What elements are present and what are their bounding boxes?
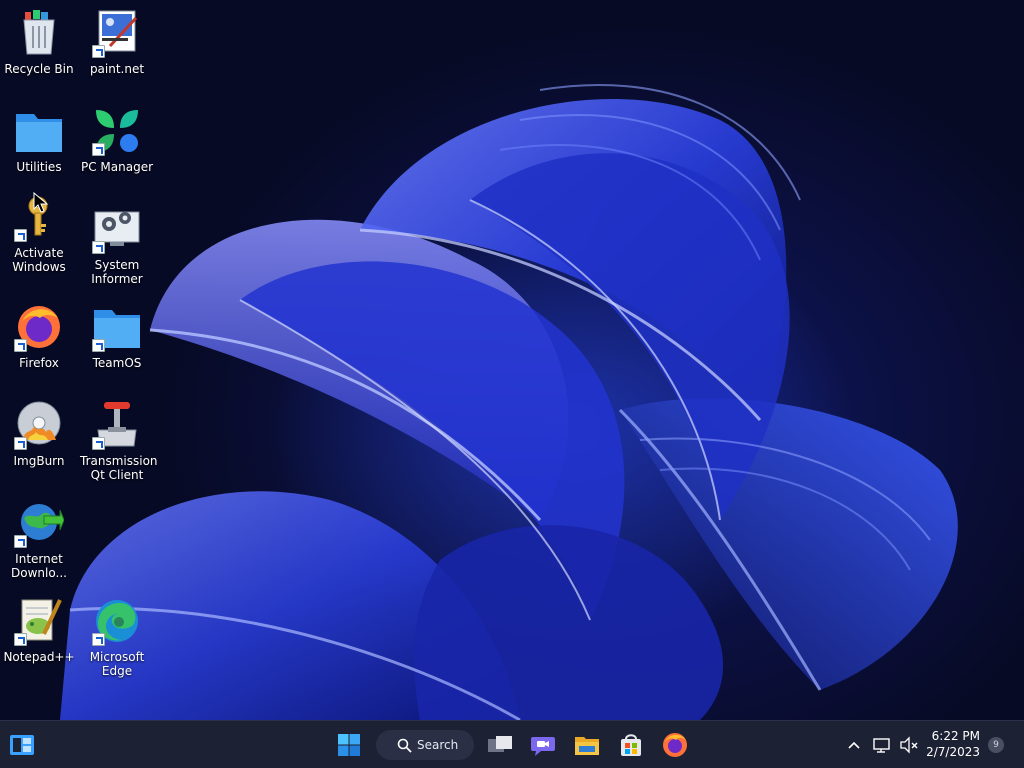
shortcut-arrow-icon <box>14 437 27 450</box>
shortcut-arrow-icon <box>14 633 27 646</box>
desktop-icon-label: TeamOS <box>92 356 142 370</box>
desktop-icon-pc-manager[interactable]: PC Manager <box>80 106 154 174</box>
folder-icon <box>92 302 142 352</box>
shortcut-arrow-icon <box>14 229 27 242</box>
desktop-icon-label: PC Manager <box>80 160 154 174</box>
shortcut-arrow-icon <box>92 437 105 450</box>
shortcut-arrow-icon <box>14 535 27 548</box>
desktop-icon-internet-download-manager[interactable]: Internet Downlo... <box>2 498 76 580</box>
network-status-button[interactable] <box>870 729 894 761</box>
volume-muted-button[interactable] <box>897 729 921 761</box>
task-view-icon <box>488 736 512 752</box>
shortcut-arrow-icon <box>92 339 105 352</box>
shortcut-arrow-icon <box>92 241 105 254</box>
widgets-icon <box>10 735 34 755</box>
taskbar: Search 6:22 PM 2/7/2023 9 <box>0 720 1024 768</box>
teams-chat-button[interactable] <box>527 729 559 761</box>
firefox-icon <box>663 733 687 757</box>
chevron-up-icon <box>848 741 860 749</box>
search-label: Search <box>417 738 459 752</box>
file-explorer-icon <box>575 737 599 755</box>
desktop-icon-label: ImgBurn <box>13 454 65 468</box>
shortcut-arrow-icon <box>92 633 105 646</box>
system-informer-icon <box>92 204 142 254</box>
microsoft-store-icon <box>621 734 641 756</box>
pc-manager-icon <box>92 106 142 156</box>
notification-count-badge[interactable]: 9 <box>988 737 1004 753</box>
firefox-taskbar-button[interactable] <box>659 729 691 761</box>
internet-download-manager-icon <box>14 498 65 548</box>
recycle-bin-icon <box>14 8 64 58</box>
clock-button[interactable]: 6:22 PM 2/7/2023 <box>920 728 980 760</box>
desktop-icon-system-informer[interactable]: System Informer <box>80 204 154 286</box>
desktop-icon-label: Firefox <box>19 356 59 370</box>
show-hidden-icons-button[interactable] <box>842 729 866 761</box>
mouse-cursor-icon <box>33 192 49 213</box>
folder-icon <box>14 106 64 156</box>
transmission-icon <box>92 400 142 450</box>
desktop-icon-transmission[interactable]: Transmission Qt Client <box>80 400 158 482</box>
desktop-icon-imgburn[interactable]: ImgBurn <box>2 400 76 468</box>
task-view-button[interactable] <box>484 729 516 761</box>
search-icon <box>397 738 412 753</box>
shortcut-arrow-icon <box>92 143 105 156</box>
desktop-icon-label: Activate Windows <box>12 246 66 274</box>
desktop-icon-label: System Informer <box>91 258 143 286</box>
clock-date: 2/7/2023 <box>926 745 980 759</box>
taskbar-search[interactable]: Search <box>376 730 474 760</box>
paintnet-icon <box>92 8 142 58</box>
desktop-icon-firefox[interactable]: Firefox <box>2 302 76 370</box>
desktop-icon-label: Internet Downlo... <box>11 552 67 580</box>
desktop-icon-utilities[interactable]: Utilities <box>2 106 76 174</box>
microsoft-store-button[interactable] <box>615 729 647 761</box>
network-icon <box>873 738 890 753</box>
edge-icon <box>92 596 142 646</box>
desktop-icon-label: paint.net <box>89 62 145 76</box>
notepad-plus-plus-icon <box>14 596 64 646</box>
desktop-icon-paintnet[interactable]: paint.net <box>80 8 154 76</box>
clock-time: 6:22 PM <box>931 729 980 743</box>
imgburn-icon <box>14 400 64 450</box>
shortcut-arrow-icon <box>92 45 105 58</box>
desktop: Recycle Bin paint.net Utilities PC Manag… <box>0 0 1024 720</box>
volume-muted-icon <box>900 736 918 754</box>
desktop-icon-label: Notepad++ <box>3 650 75 664</box>
desktop-icon-label: Microsoft Edge <box>89 650 145 678</box>
desktop-icon-microsoft-edge[interactable]: Microsoft Edge <box>80 596 154 678</box>
shortcut-arrow-icon <box>14 339 27 352</box>
desktop-icon-label: Transmission Qt Client <box>80 454 158 482</box>
desktop-icon-recycle-bin[interactable]: Recycle Bin <box>2 8 76 76</box>
desktop-icon-notepad-plus-plus[interactable]: Notepad++ <box>2 596 76 664</box>
file-explorer-button[interactable] <box>571 729 603 761</box>
widgets-button[interactable] <box>6 729 38 761</box>
windows-start-icon <box>338 734 360 756</box>
teams-chat-icon <box>531 737 555 756</box>
desktop-icon-label: Recycle Bin <box>4 62 74 76</box>
start-button[interactable] <box>333 729 365 761</box>
desktop-icon-label: Utilities <box>16 160 62 174</box>
firefox-icon <box>14 302 64 352</box>
desktop-icon-teamos[interactable]: TeamOS <box>80 302 154 370</box>
